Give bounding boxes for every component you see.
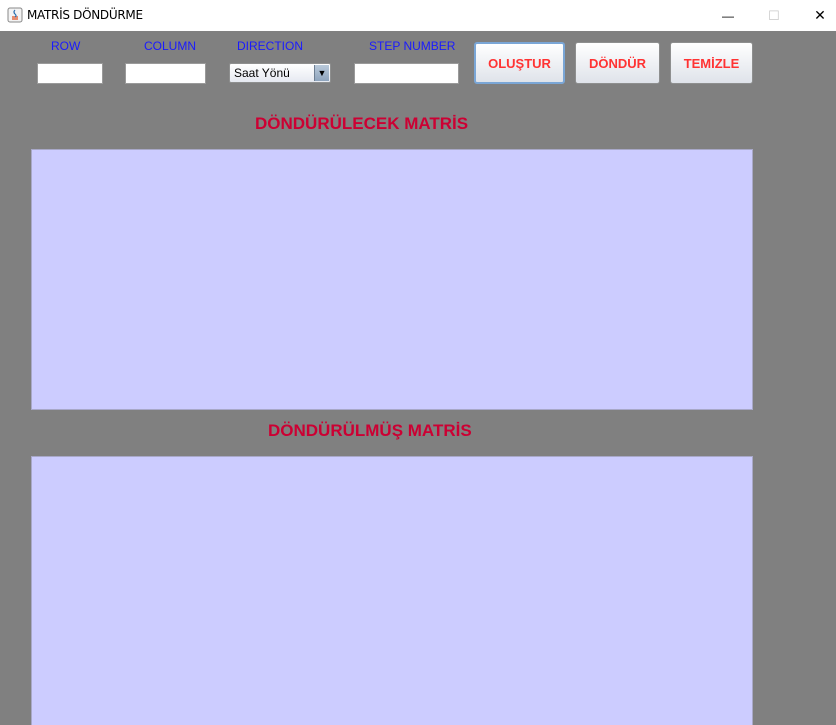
window-title: MATRİS DÖNDÜRME [27,8,143,22]
clear-button[interactable]: TEMİZLE [670,42,753,84]
minimize-icon: — [722,8,734,23]
input-matrix-heading: DÖNDÜRÜLECEK MATRİS [255,114,469,133]
create-button[interactable]: OLUŞTUR [474,42,565,84]
dropdown-arrow-icon[interactable]: ▼ [314,65,329,81]
step-number-label: STEP NUMBER [369,39,456,53]
direction-select[interactable]: Saat Yönü ▼ [229,63,331,83]
rotate-button-label: DÖNDÜR [588,55,647,71]
title-bar: MATRİS DÖNDÜRME — ☐ ✕ [0,0,836,31]
minimize-button[interactable]: — [705,0,751,31]
java-app-icon [7,7,23,23]
output-matrix-panel[interactable] [31,456,753,725]
output-matrix-heading: DÖNDÜRÜLMÜŞ MATRİS [268,421,472,440]
column-label: COLUMN [144,39,197,53]
maximize-button[interactable]: ☐ [751,0,797,31]
row-input[interactable] [37,63,103,84]
direction-label: DIRECTION [237,39,303,53]
rotate-button[interactable]: DÖNDÜR [575,42,660,84]
maximize-icon: ☐ [768,7,780,23]
create-button-label: OLUŞTUR [488,55,551,71]
step-number-input[interactable] [354,63,459,84]
column-input[interactable] [125,63,206,84]
close-icon: ✕ [814,7,826,23]
row-label: ROW [51,39,81,53]
clear-button-label: TEMİZLE [683,55,740,71]
close-button[interactable]: ✕ [797,0,836,31]
input-matrix-panel[interactable] [31,149,753,410]
direction-selected-value: Saat Yönü [234,66,290,80]
